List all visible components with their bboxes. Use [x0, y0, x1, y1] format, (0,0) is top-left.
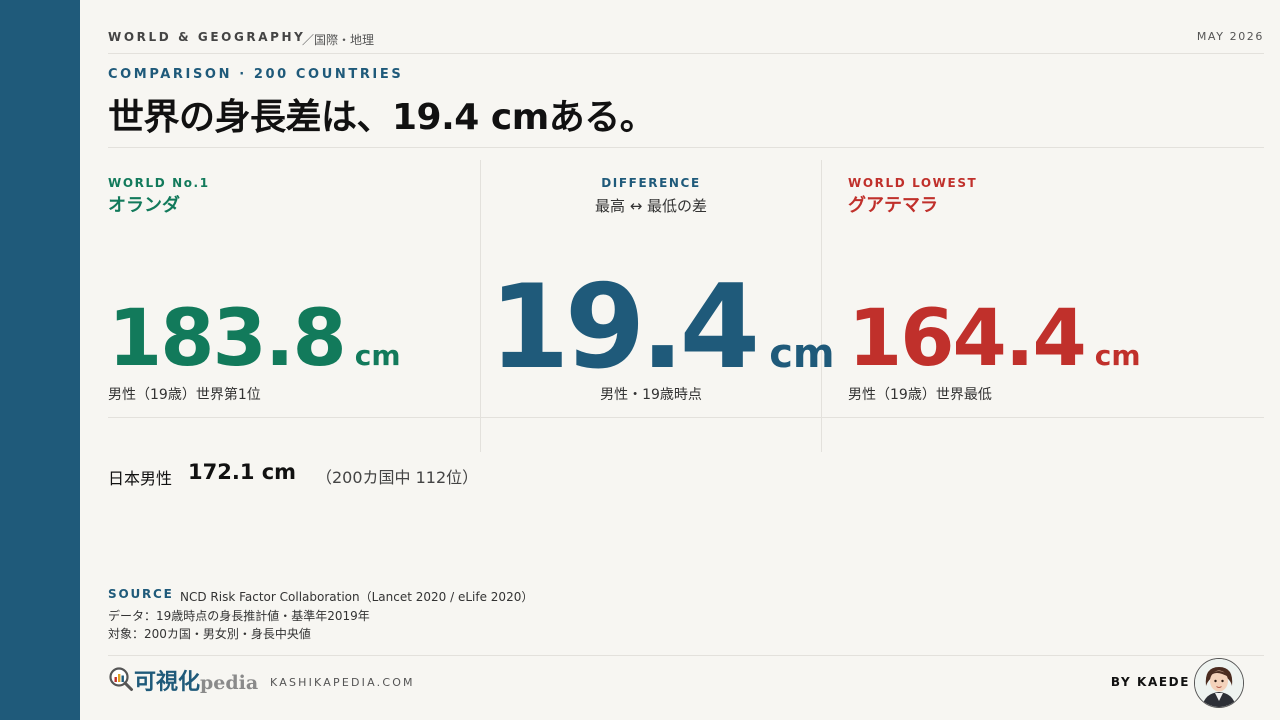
stat-value-block: 183.8 cm	[108, 300, 401, 378]
category-label: WORLD & GEOGRAPHY	[108, 30, 306, 44]
magnifier-chart-icon	[109, 667, 133, 691]
stat-unit: cm	[1094, 339, 1141, 372]
source-citation: NCD Risk Factor Collaboration（Lancet 202…	[180, 590, 534, 604]
top-bar: WORLD & GEOGRAPHY ／国際・地理 MAY 2026	[108, 30, 1264, 47]
author-byline: BY KAEDE	[1110, 675, 1190, 689]
title-divider	[108, 147, 1264, 148]
japan-rank: （200カ国中 112位）	[316, 468, 479, 487]
footer: 可視化pedia KASHIKAPEDIA.COM BY KAEDE	[108, 656, 1264, 708]
stat-value: 183.8	[108, 294, 347, 384]
stat-tag: DIFFERENCE	[601, 176, 701, 190]
stat-value-block: 164.4 cm	[848, 300, 1141, 378]
source-label: SOURCE	[108, 587, 174, 601]
stats-divider	[108, 417, 1264, 418]
author-avatar	[1194, 658, 1244, 708]
page-title: 世界の身長差は、19.4 cmある。	[108, 97, 656, 138]
stat-card-lowest: WORLD LOWEST グアテマラ 164.4 cm 男性（19歳）世界最低	[821, 160, 1264, 452]
left-accent-bar	[0, 0, 80, 720]
brand-logo[interactable]: 可視化pedia	[108, 664, 258, 695]
stat-value-block: 19.4 cm	[489, 270, 835, 386]
subcategory-label: ／国際・地理	[302, 33, 375, 47]
japan-label: 日本男性	[108, 469, 173, 488]
source-note: 対象：200カ国・男女別・身長中央値	[108, 627, 311, 641]
japan-comparison: 日本男性 172.1 cm （200カ国中 112位）	[108, 460, 708, 490]
stat-note: 男性（19歳）世界第1位	[108, 387, 261, 403]
source-note: データ：19歳時点の身長推計値・基準年2019年	[108, 609, 370, 623]
brand-logo-sub: pedia	[200, 672, 259, 694]
avatar-portrait-icon	[1195, 659, 1243, 707]
main-content: WORLD & GEOGRAPHY ／国際・地理 MAY 2026 COMPAR…	[108, 0, 1264, 720]
stat-tag: WORLD LOWEST	[848, 176, 978, 190]
header-divider	[108, 53, 1264, 54]
stat-card-highest: WORLD No.1 オランダ 183.8 cm 男性（19歳）世界第1位	[108, 160, 480, 452]
issue-date: MAY 2026	[1196, 30, 1264, 43]
site-url-link[interactable]: KASHIKAPEDIA.COM	[270, 676, 415, 689]
stat-value: 164.4	[848, 294, 1087, 384]
japan-value: 172.1 cm	[188, 460, 297, 484]
brand-logo-text: 可視化pedia	[134, 664, 258, 696]
stat-subtitle: 最高 ↔ 最低の差	[594, 197, 708, 215]
brand-logo-main: 可視化	[134, 670, 201, 695]
stat-unit: cm	[354, 339, 401, 372]
stat-card-difference: DIFFERENCE 最高 ↔ 最低の差 19.4 cm 男性・19歳時点	[480, 160, 835, 452]
stat-note: 男性（19歳）世界最低	[848, 387, 992, 403]
stat-tag: WORLD No.1	[108, 176, 210, 190]
kicker: COMPARISON · 200 COUNTRIES	[108, 67, 404, 82]
stat-value: 19.4	[489, 260, 760, 395]
stat-note: 男性・19歳時点	[600, 387, 702, 403]
country-name: オランダ	[108, 195, 180, 216]
country-name: グアテマラ	[848, 195, 938, 216]
